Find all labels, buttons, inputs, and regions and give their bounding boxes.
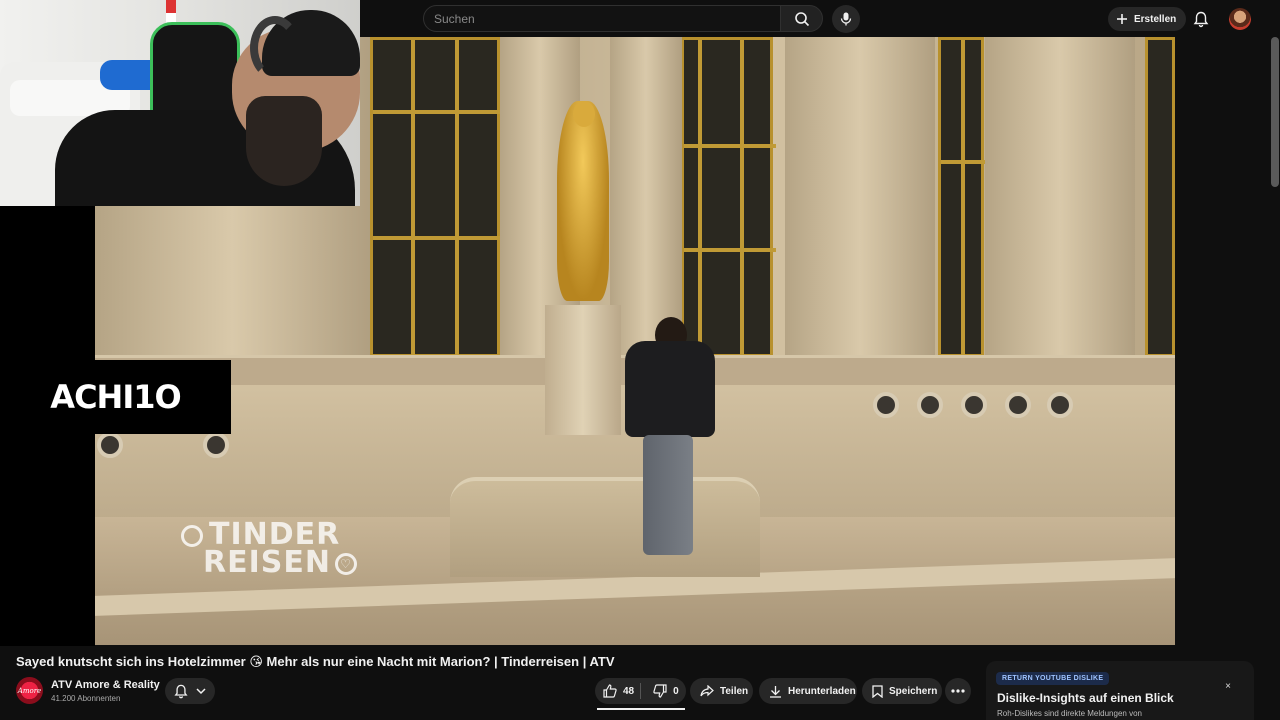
statue-head: [573, 101, 595, 127]
porthole: [203, 432, 229, 458]
channel-name[interactable]: ATV Amore & Reality: [51, 679, 160, 691]
like-ratio-bar: [597, 708, 685, 710]
video-title: Sayed knutscht sich ins Hotelzimmer 😘 Me…: [16, 654, 615, 669]
pillar: [785, 37, 935, 367]
like-button[interactable]: 48: [595, 678, 634, 704]
pillar: [985, 37, 1135, 367]
bell-icon: [1193, 11, 1209, 28]
webcam-overlay: [0, 0, 360, 206]
search-box[interactable]: [423, 5, 781, 32]
extension-badge: RETURN YOUTUBE DISLIKE: [996, 672, 1110, 685]
heart-icon: ♡: [334, 552, 357, 575]
like-dislike-group: 48 0: [595, 678, 686, 704]
streamer-logo: ACHI1O: [0, 360, 231, 434]
porthole: [1047, 392, 1073, 418]
streamer-logo-text: ACHI1O: [50, 378, 181, 416]
bookmark-icon: [872, 684, 883, 698]
like-divider: [640, 683, 642, 699]
watermark-line2: REISEN: [203, 545, 331, 580]
voice-search-button[interactable]: [832, 5, 860, 33]
notifications-button[interactable]: [1190, 8, 1212, 30]
subscriber-count: 41.200 Abonnenten: [51, 694, 121, 703]
channel-avatar-text: Amore: [17, 686, 42, 695]
thumbs-up-icon: [603, 684, 617, 698]
walking-man: [615, 317, 725, 557]
download-label: Herunterladen: [788, 685, 856, 697]
building-window: [938, 37, 987, 360]
create-button[interactable]: Erstellen: [1108, 7, 1187, 31]
save-label: Speichern: [889, 685, 938, 697]
share-icon: [700, 685, 714, 697]
subscription-notification-button[interactable]: [165, 678, 215, 704]
dislike-button[interactable]: 0: [647, 678, 679, 704]
headset-icon: [250, 16, 300, 80]
porthole: [1005, 392, 1031, 418]
tinder-reisen-watermark: TINDER REISEN ♡: [181, 520, 357, 580]
bell-icon: [174, 684, 188, 699]
like-count: 48: [623, 685, 635, 697]
thumbs-down-icon: [653, 684, 667, 698]
create-label: Erstellen: [1134, 13, 1177, 25]
porthole: [97, 432, 123, 458]
building-window: [681, 37, 776, 360]
watermark-logo-icon: [181, 524, 203, 547]
porthole: [873, 392, 899, 418]
card-description: Roh-Dislikes sind direkte Meldungen von: [997, 709, 1142, 718]
search-button[interactable]: [780, 5, 823, 32]
save-button[interactable]: Speichern: [862, 678, 942, 704]
close-icon[interactable]: ×: [1222, 681, 1234, 693]
mic-icon: [840, 12, 852, 26]
building-window: [1145, 37, 1175, 357]
streamer-beard: [246, 96, 322, 186]
more-horizontal-icon: [951, 689, 965, 693]
golden-statue: [557, 101, 609, 301]
download-button[interactable]: Herunterladen: [759, 678, 857, 704]
scrollbar[interactable]: [1271, 37, 1279, 187]
share-button[interactable]: Teilen: [690, 678, 753, 704]
dislike-count: 0: [673, 685, 679, 697]
search-icon: [794, 11, 810, 27]
search-input[interactable]: [424, 6, 780, 31]
chevron-down-icon: [196, 687, 206, 695]
download-icon: [769, 685, 782, 698]
building-window: [370, 37, 503, 360]
more-actions-button[interactable]: [945, 678, 971, 704]
porthole: [917, 392, 943, 418]
statue-pedestal: [545, 305, 621, 435]
plus-icon: [1116, 13, 1128, 25]
share-label: Teilen: [720, 685, 749, 697]
channel-avatar[interactable]: Amore: [16, 677, 43, 704]
dislike-insights-card: RETURN YOUTUBE DISLIKE Dislike-Insights …: [986, 661, 1254, 720]
right-panel: [1175, 37, 1280, 645]
porthole: [961, 392, 987, 418]
card-heading: Dislike-Insights auf einen Blick: [997, 691, 1174, 705]
account-avatar[interactable]: [1229, 8, 1251, 30]
